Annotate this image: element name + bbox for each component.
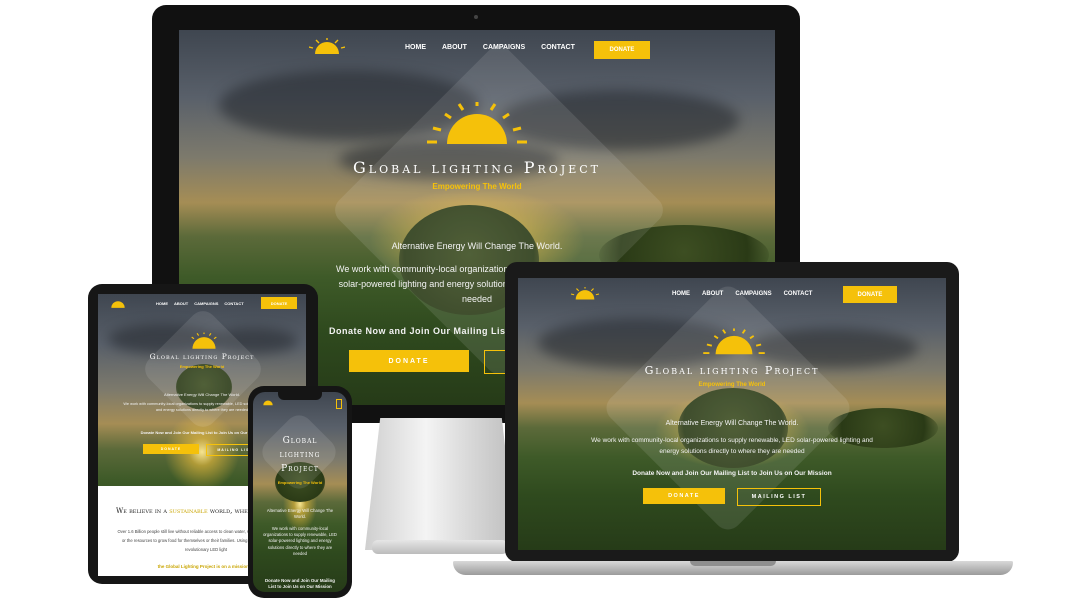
- monitor-stand-base: [372, 540, 508, 554]
- desktop-nav: HOME ABOUT CAMPAIGNS CONTACT: [405, 44, 575, 51]
- nav-about[interactable]: ABOUT: [702, 291, 723, 297]
- hero-title-line-2: lighting: [279, 450, 321, 460]
- logo-sun-icon[interactable]: [261, 399, 275, 406]
- nav-contact[interactable]: CONTACT: [541, 44, 575, 51]
- heading-highlight: sustainable: [169, 507, 208, 515]
- logo-sun-icon[interactable]: [570, 287, 600, 301]
- menu-icon[interactable]: [336, 399, 342, 409]
- nav-about[interactable]: ABOUT: [442, 44, 467, 51]
- hero-donate-button[interactable]: DONATE: [143, 444, 199, 454]
- phone-screen: Global lighting Project Empowering The W…: [253, 392, 347, 592]
- monitor-stand: [365, 418, 517, 550]
- nav-contact[interactable]: CONTACT: [784, 291, 813, 297]
- nav-donate-button[interactable]: DONATE: [843, 286, 897, 303]
- hero-cta-text: Donate Now and Join Our Mailing List to …: [632, 470, 832, 477]
- webcam: [474, 15, 478, 19]
- phone-notch: [278, 392, 322, 400]
- nav-home[interactable]: HOME: [405, 44, 426, 51]
- hero-tagline: Alternative Energy Will Change The World…: [665, 420, 799, 427]
- hero-subtitle: Empowering The World: [432, 182, 522, 191]
- nav-home[interactable]: HOME: [672, 291, 690, 297]
- nav-donate-button[interactable]: DONATE: [261, 297, 297, 309]
- hero-subtitle: Empowering The World: [698, 382, 766, 388]
- hero-mailing-button[interactable]: MAILING LIST: [737, 488, 821, 506]
- hero-sun-icon: [703, 328, 765, 355]
- laptop-notch: [690, 561, 776, 566]
- hero-title-line-1: Global: [282, 436, 318, 446]
- tablet-nav: HOME ABOUT CAMPAIGNS CONTACT: [156, 301, 244, 306]
- hero-tagline: Alternative Energy Will Change The World…: [391, 241, 563, 251]
- hero-description: We work with community-local organizatio…: [263, 526, 337, 556]
- laptop-screen: HOME ABOUT CAMPAIGNS CONTACT DONATE Glob…: [518, 278, 946, 550]
- hero-title: Global lighting Project: [149, 352, 255, 361]
- hero-sun-icon: [191, 332, 217, 349]
- laptop: HOME ABOUT CAMPAIGNS CONTACT DONATE Glob…: [505, 262, 959, 562]
- logo-sun-icon[interactable]: [108, 299, 128, 309]
- hero-donate-button[interactable]: DONATE: [349, 350, 469, 372]
- hero-tagline: Alternative Energy Will Change The World…: [266, 508, 334, 519]
- nav-contact[interactable]: CONTACT: [224, 301, 243, 306]
- hero-description-line-2: energy solutions directly to where they …: [659, 448, 805, 455]
- hero-title: Global lighting Project: [644, 364, 820, 377]
- nav-about[interactable]: ABOUT: [174, 301, 188, 306]
- nav-home[interactable]: HOME: [156, 301, 168, 306]
- hero-subtitle: Empowering The World: [277, 480, 323, 485]
- hero-sun-icon: [427, 102, 527, 144]
- nav-campaigns[interactable]: CAMPAIGNS: [735, 291, 771, 297]
- hero-subtitle: Empowering The World: [179, 364, 225, 369]
- laptop-nav: HOME ABOUT CAMPAIGNS CONTACT: [672, 291, 812, 297]
- logo-sun-icon[interactable]: [309, 38, 345, 56]
- nav-donate-button[interactable]: DONATE: [594, 41, 650, 59]
- hero-description-line-1: We work with community-local organizatio…: [591, 437, 873, 444]
- nav-campaigns[interactable]: CAMPAIGNS: [194, 301, 218, 306]
- nav-campaigns[interactable]: CAMPAIGNS: [483, 44, 525, 51]
- hero-title: Global lighting Project: [353, 158, 601, 177]
- hero-title-line-3: Project: [281, 464, 319, 474]
- hero-donate-button[interactable]: DONATE: [643, 488, 725, 504]
- hero-cta-text: Donate Now and Join Our Mailing List: [328, 326, 509, 336]
- smartphone: Global lighting Project Empowering The W…: [248, 386, 352, 598]
- hero-cta-text: Donate Now and Join Our Mailing List to …: [264, 578, 335, 590]
- heading-pre: We believe in a: [116, 507, 168, 515]
